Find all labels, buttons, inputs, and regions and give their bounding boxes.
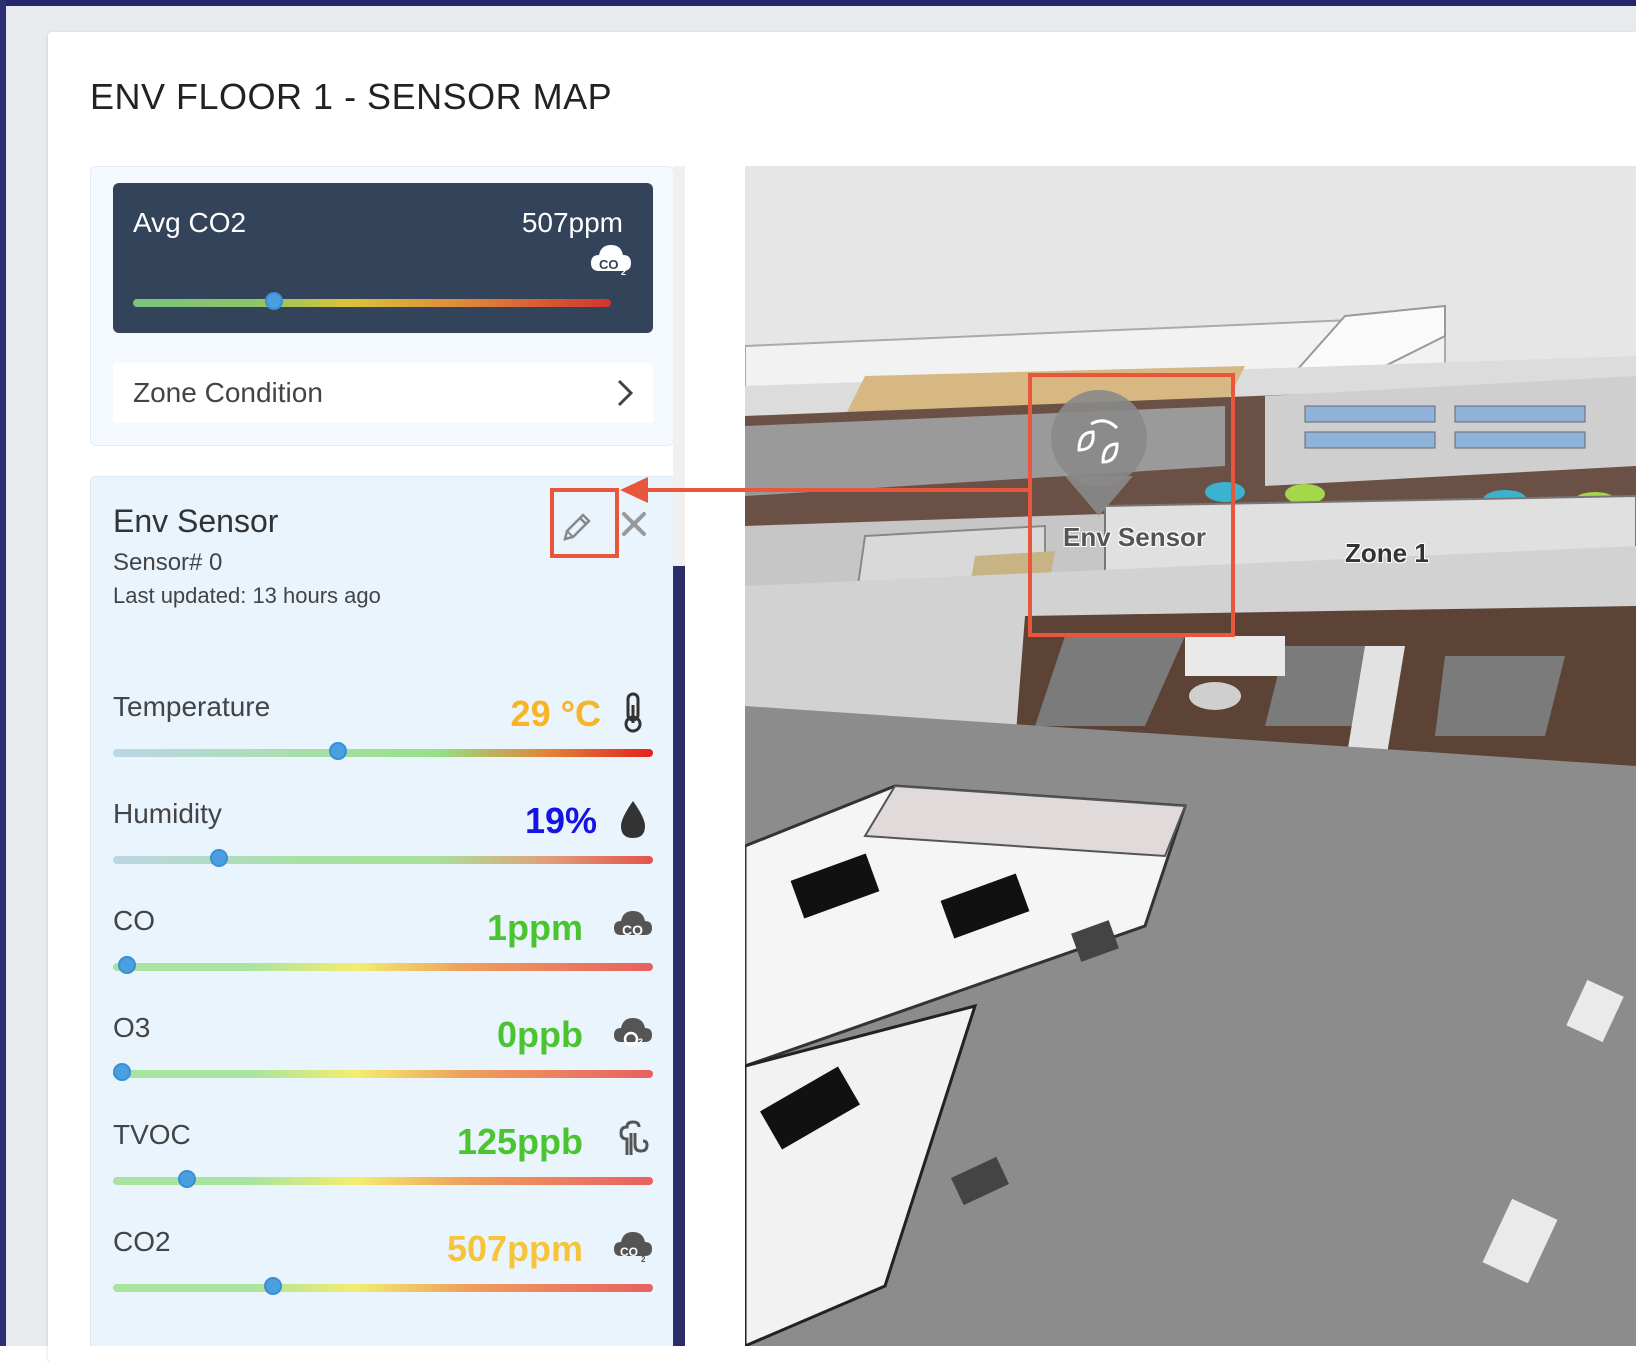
summary-card: Avg CO2 507ppm CO 2 Zone Condition bbox=[90, 166, 674, 446]
svg-text:2: 2 bbox=[621, 267, 626, 277]
svg-text:2: 2 bbox=[641, 1255, 646, 1264]
map-pin-label[interactable]: Env Sensor bbox=[1063, 522, 1206, 553]
metric-label: O3 bbox=[113, 1012, 151, 1043]
svg-text:CO: CO bbox=[620, 1245, 638, 1259]
map-zone-label[interactable]: Zone 1 bbox=[1345, 538, 1429, 569]
page-title: ENV FLOOR 1 - SENSOR MAP bbox=[90, 76, 613, 117]
tvoc-gauge bbox=[113, 1170, 653, 1188]
chevron-right-icon bbox=[617, 379, 634, 407]
o3-cloud-icon: 3 bbox=[614, 1018, 652, 1047]
svg-text:3: 3 bbox=[638, 1037, 643, 1047]
sensor-number: Sensor# 0 bbox=[113, 549, 223, 576]
metric-tvoc: TVOC 125ppb bbox=[113, 1119, 653, 1219]
metric-label: TVOC bbox=[113, 1119, 191, 1150]
co2-gauge-knob[interactable] bbox=[264, 1277, 282, 1295]
o3-gauge-knob[interactable] bbox=[112, 1063, 131, 1081]
zone-condition-label: Zone Condition bbox=[133, 377, 323, 408]
sensor-name: Env Sensor bbox=[113, 503, 279, 539]
tvoc-icon bbox=[619, 1120, 649, 1155]
tvoc-gauge-knob[interactable] bbox=[177, 1170, 196, 1188]
metric-humidity: Humidity 19% bbox=[113, 798, 653, 898]
o3-gauge bbox=[112, 1063, 653, 1081]
water-drop-icon bbox=[621, 801, 645, 838]
temperature-gauge-knob[interactable] bbox=[328, 742, 347, 760]
metric-value: 507ppm bbox=[446, 1228, 583, 1269]
close-icon bbox=[622, 512, 646, 536]
panel-scrollbar-thumb[interactable] bbox=[673, 566, 685, 1346]
floor-plan-3d bbox=[745, 166, 1636, 1346]
sensor-card: Env Sensor Sensor# 0 Last updated: 13 ho… bbox=[90, 476, 674, 1346]
edit-sensor-button[interactable] bbox=[553, 505, 599, 551]
metric-value: 1ppm bbox=[486, 907, 583, 948]
metric-temperature: Temperature 29 °C bbox=[113, 691, 653, 791]
avg-co2-card: Avg CO2 507ppm CO 2 bbox=[113, 183, 653, 333]
metric-value: 29 °C bbox=[510, 693, 601, 734]
floor-map[interactable]: Env Sensor Zone 1 bbox=[745, 166, 1636, 1346]
avg-co2-label: Avg CO2 bbox=[133, 207, 247, 238]
sensor-last-updated: Last updated: 13 hours ago bbox=[113, 583, 381, 608]
metric-value: 0ppb bbox=[497, 1014, 583, 1055]
avg-co2-gauge-knob[interactable] bbox=[265, 292, 284, 310]
metric-label: CO bbox=[113, 905, 155, 936]
thermometer-icon bbox=[624, 692, 642, 733]
co-cloud-icon: CO bbox=[614, 911, 652, 938]
metric-co: CO 1ppm CO bbox=[113, 905, 653, 1005]
pencil-icon bbox=[563, 513, 591, 541]
metric-value: 19% bbox=[524, 800, 597, 841]
metric-label: Temperature bbox=[113, 691, 271, 722]
metric-value: 125ppb bbox=[456, 1121, 583, 1162]
temperature-gauge bbox=[113, 742, 653, 760]
avg-co2-gauge bbox=[133, 292, 611, 310]
metric-o3: O3 0ppb 3 bbox=[112, 1012, 653, 1112]
humidity-gauge-knob[interactable] bbox=[210, 849, 228, 867]
humidity-gauge bbox=[113, 849, 653, 867]
sensor-panel: Avg CO2 507ppm CO 2 Zone Condition Env S… bbox=[90, 166, 674, 1346]
co2-gauge bbox=[113, 1277, 653, 1295]
co2-cloud-icon: CO 2 bbox=[614, 1232, 652, 1264]
avg-co2-value: 507ppm bbox=[521, 207, 623, 238]
co-gauge-knob[interactable] bbox=[118, 956, 137, 974]
svg-text:CO: CO bbox=[599, 257, 619, 272]
metric-label: CO2 bbox=[113, 1226, 171, 1257]
metric-label: Humidity bbox=[113, 798, 222, 829]
svg-text:CO: CO bbox=[622, 922, 643, 938]
co-gauge bbox=[113, 956, 653, 974]
zone-condition-row[interactable]: Zone Condition bbox=[113, 363, 653, 423]
metric-co2: CO2 507ppm CO 2 bbox=[113, 1226, 653, 1326]
remove-sensor-button[interactable] bbox=[619, 509, 649, 539]
co2-cloud-icon: CO 2 bbox=[591, 245, 631, 277]
